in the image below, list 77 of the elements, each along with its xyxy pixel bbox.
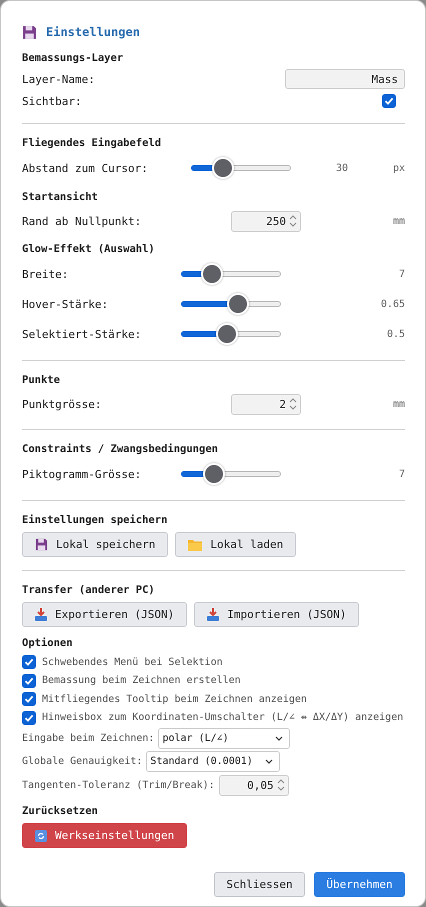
number-field[interactable]: 0,05 xyxy=(218,774,289,796)
slider-value: 7 xyxy=(398,468,405,480)
checkmark-icon xyxy=(24,657,34,668)
slider[interactable] xyxy=(181,322,281,346)
folder-icon xyxy=(188,538,202,550)
dropdown[interactable]: polar (L/∠) xyxy=(158,728,290,749)
spinner-arrows-icon[interactable] xyxy=(289,397,297,411)
unit-label: px xyxy=(392,162,405,174)
dialog-title: Einstellungen xyxy=(46,25,140,39)
slider-thumb[interactable] xyxy=(216,323,238,345)
tray-arrow-icon xyxy=(207,608,220,621)
action-button[interactable]: Lokal speichern xyxy=(22,532,168,557)
reset-button[interactable]: Werkseinstellungen xyxy=(22,823,188,848)
number-field[interactable]: 2 xyxy=(231,394,301,414)
option-label: Bemassung beim Zeichnen erstellen xyxy=(42,675,242,686)
action-button[interactable]: Importieren (JSON) xyxy=(194,602,360,627)
checkbox[interactable] xyxy=(22,674,36,688)
action-button[interactable]: Lokal laden xyxy=(175,532,296,557)
section-heading: Zurücksetzen xyxy=(22,804,99,819)
field-label: Abstand zum Cursor: xyxy=(22,162,149,174)
spinner-arrows-icon[interactable] xyxy=(276,778,285,792)
chevron-down-icon xyxy=(265,758,274,764)
checkmark-icon xyxy=(24,694,34,704)
section-heading: Startansicht xyxy=(22,190,99,205)
slider-value: 30 xyxy=(334,162,348,174)
section-heading: Bemassungs-Layer xyxy=(22,51,124,66)
slider-thumb[interactable] xyxy=(212,157,234,179)
slider-value: 7 xyxy=(398,268,405,280)
field-label: Rand ab Nullpunkt: xyxy=(22,214,142,228)
field-label: Eingabe beim Zeichnen: xyxy=(22,733,154,744)
slider-thumb[interactable] xyxy=(227,293,250,315)
checkbox[interactable] xyxy=(22,692,36,706)
tray-arrow-icon xyxy=(35,608,47,621)
action-button[interactable]: Exportieren (JSON) xyxy=(22,602,188,627)
layer-name-field[interactable]: Mass xyxy=(285,69,405,89)
number-field[interactable]: 250 xyxy=(231,210,301,232)
field-label: Piktogramm-Grösse: xyxy=(22,468,142,480)
checkbox[interactable] xyxy=(22,710,36,725)
option-label: Schwebendes Menü bei Selektion xyxy=(42,656,224,668)
dropdown[interactable]: Standard (0.0001) xyxy=(146,751,280,772)
option-label: Hinweisbox zum Koordinaten-Umschalter (L/∠ ⇹ ΔX/ΔY) anzeigen xyxy=(42,712,404,724)
checkmark-icon xyxy=(24,676,34,686)
field-label: Selektiert-Stärke: xyxy=(22,328,142,340)
apply-button[interactable]: Übernehmen xyxy=(314,872,405,897)
field-label: Hover-Stärke: xyxy=(22,298,110,310)
slider-value: 0.65 xyxy=(380,298,405,310)
field-label: Tangenten-Toleranz (Trim/Break): xyxy=(22,780,215,790)
unit-label: mm xyxy=(392,398,405,410)
field-label: Breite: xyxy=(22,268,70,280)
section-heading: Constraints / Zwangsbedingungen xyxy=(22,442,219,457)
checkmark-icon xyxy=(384,96,394,106)
section-heading: Fliegendes Eingabefeld xyxy=(22,136,162,151)
chevron-down-icon xyxy=(275,736,284,742)
slider[interactable] xyxy=(181,262,281,286)
option-label: Mitfliegendes Tooltip beim Zeichnen anzeigen xyxy=(42,694,308,705)
slider[interactable] xyxy=(181,292,281,316)
section-heading: Einstellungen speichern xyxy=(22,513,168,528)
close-button[interactable]: Schliessen xyxy=(214,872,305,897)
slider-value: 0.5 xyxy=(386,328,405,340)
slider-thumb[interactable] xyxy=(202,463,225,485)
slider[interactable] xyxy=(191,156,291,180)
section-heading: Punkte xyxy=(22,373,61,388)
field-label: Layer-Name: xyxy=(22,72,96,86)
section-heading: Optionen xyxy=(22,636,74,651)
field-label: Punktgrösse: xyxy=(22,398,102,410)
refresh-icon xyxy=(35,830,47,842)
field-label: Globale Genauigkeit: xyxy=(22,756,142,767)
slider[interactable] xyxy=(181,462,281,486)
section-heading: Transfer (anderer PC) xyxy=(22,583,156,598)
spinner-arrows-icon[interactable] xyxy=(289,214,297,228)
checkbox[interactable] xyxy=(382,94,396,108)
slider-thumb[interactable] xyxy=(200,263,222,285)
field-label: Sichtbar: xyxy=(22,94,83,108)
checkmark-icon xyxy=(24,712,34,723)
section-heading: Glow-Effekt (Auswahl) xyxy=(22,242,156,257)
unit-label: mm xyxy=(392,216,405,226)
checkbox[interactable] xyxy=(22,655,36,670)
